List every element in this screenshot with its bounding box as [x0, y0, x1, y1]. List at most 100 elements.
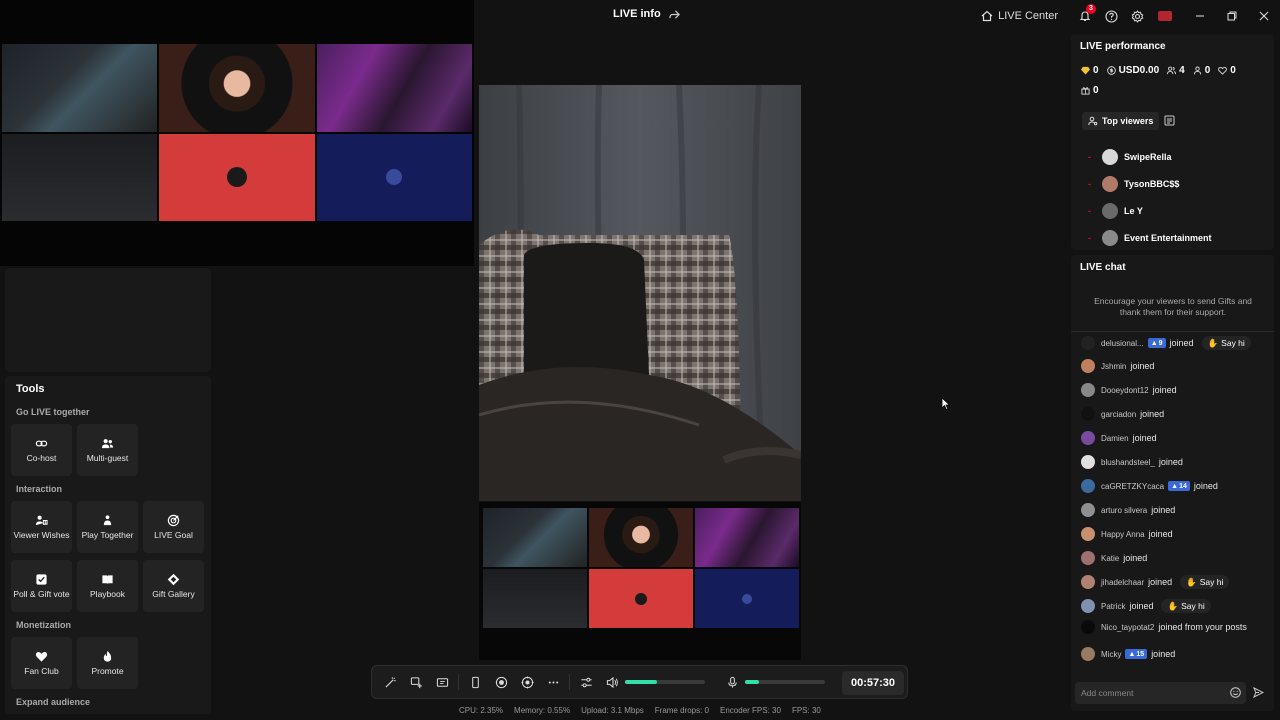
upload-stat: Upload: 3.1 Mbps: [581, 706, 644, 715]
chat-username[interactable]: jihadelchaar: [1101, 578, 1144, 587]
user-search-icon: [1088, 116, 1098, 126]
chat-username[interactable]: caGRETZKYcaca: [1101, 482, 1164, 491]
followers-value: 0: [1204, 65, 1211, 76]
heart-icon: [1218, 66, 1228, 75]
speaker-button[interactable]: [599, 665, 625, 699]
top-viewer-row[interactable]: - Event Entertainment: [1088, 230, 1212, 246]
stage-tile-blue: [695, 569, 799, 628]
level-badge: ▲ 15: [1125, 649, 1148, 659]
send-button[interactable]: [1253, 687, 1264, 698]
chat-username[interactable]: Nico_taypotat2: [1101, 623, 1154, 632]
viewer-name: SwipeRella: [1124, 152, 1172, 162]
say-hi-button[interactable]: ✋ Say hi: [1180, 575, 1230, 589]
layout-icon: [436, 677, 448, 687]
fan-club-button[interactable]: Fan Club: [11, 637, 72, 689]
chat-username[interactable]: Damien: [1101, 434, 1129, 443]
chat-username[interactable]: Happy Anna: [1101, 530, 1145, 539]
top-viewer-row[interactable]: - Le Y: [1088, 203, 1143, 219]
avatar[interactable]: [1081, 527, 1095, 541]
multiguest-button[interactable]: Multi-guest: [77, 424, 138, 476]
chat-username[interactable]: Katie: [1101, 554, 1119, 563]
mic-slider[interactable]: [745, 680, 825, 684]
avatar[interactable]: [1081, 359, 1095, 373]
live-info-title[interactable]: LIVE info: [613, 8, 680, 20]
avatar[interactable]: [1081, 431, 1095, 445]
chat-username[interactable]: garciadon: [1101, 410, 1136, 419]
stage-preview: [479, 502, 801, 660]
avatar[interactable]: [1081, 647, 1095, 661]
playbook-button[interactable]: Playbook: [77, 560, 138, 612]
share-icon[interactable]: [668, 9, 680, 20]
chat-message: Damien joined: [1081, 431, 1157, 445]
help-button[interactable]: [1098, 0, 1124, 32]
chat-text: joined: [1148, 577, 1173, 587]
gift-gallery-button[interactable]: Gift Gallery: [143, 560, 204, 612]
more-button[interactable]: [540, 665, 566, 699]
minimize-button[interactable]: [1184, 0, 1216, 32]
poll-gift-vote-button[interactable]: Poll & Gift vote: [11, 560, 72, 612]
notifications-button[interactable]: 3: [1072, 0, 1098, 32]
avatar[interactable]: [1081, 336, 1095, 350]
multiguest-label: Multi-guest: [86, 452, 129, 463]
avatar[interactable]: [1081, 407, 1095, 421]
play-together-button[interactable]: Play Together: [77, 501, 138, 553]
sliders-icon: [580, 677, 592, 687]
cohost-button[interactable]: Co-host: [11, 424, 72, 476]
promote-button[interactable]: Promote: [77, 637, 138, 689]
chat-username[interactable]: blushandsteel_: [1101, 458, 1155, 467]
chat-username[interactable]: Micky: [1101, 650, 1121, 659]
diamonds-stat: 0: [1081, 65, 1099, 76]
chat-username[interactable]: Jshmin: [1101, 362, 1126, 371]
viewer-wishes-label: Viewer Wishes: [13, 529, 70, 540]
emoji-button[interactable]: [1230, 687, 1241, 698]
live-center-button[interactable]: LIVE Center: [975, 0, 1072, 32]
viewer-name: TysonBBC$$: [1124, 179, 1180, 189]
avatar[interactable]: [1081, 479, 1095, 493]
top-viewers-tab[interactable]: Top viewers: [1082, 112, 1160, 130]
fps-stat: FPS: 30: [791, 706, 821, 715]
chat-username[interactable]: arturo silvera: [1101, 506, 1147, 515]
say-hi-button[interactable]: ✋ Say hi: [1161, 599, 1211, 613]
chat-message: Katie joined: [1081, 551, 1147, 565]
say-hi-button[interactable]: ✋ Say hi: [1201, 336, 1251, 350]
viewer-list-tab[interactable]: [1164, 115, 1175, 126]
live-info-label: LIVE info: [613, 8, 661, 20]
avatar[interactable]: [1081, 503, 1095, 517]
top-viewer-row[interactable]: - TysonBBC$$: [1088, 176, 1179, 192]
layout-button[interactable]: [429, 665, 455, 699]
live-goal-button[interactable]: LIVE Goal: [143, 501, 204, 553]
viewer-wishes-button[interactable]: Viewer Wishes: [11, 501, 72, 553]
avatar[interactable]: [1081, 551, 1095, 565]
avatar[interactable]: [1081, 599, 1095, 613]
settings-button[interactable]: [1124, 0, 1150, 32]
avatar[interactable]: [1081, 455, 1095, 469]
profile-avatar[interactable]: [1150, 0, 1180, 32]
effects-button[interactable]: [377, 665, 403, 699]
record-button[interactable]: [488, 665, 514, 699]
microphone-button[interactable]: [719, 665, 745, 699]
level-value: 9: [1158, 339, 1163, 347]
chat-message: Patrick joined ✋ Say hi: [1081, 599, 1211, 613]
chat-message: blushandsteel_ joined: [1081, 455, 1183, 469]
book-icon: [102, 574, 113, 584]
chat-username[interactable]: delusional...: [1101, 339, 1144, 348]
restore-button[interactable]: [1216, 0, 1248, 32]
avatar[interactable]: [1081, 383, 1095, 397]
preview-tile-game: [2, 44, 158, 132]
portrait-mode-button[interactable]: [462, 665, 488, 699]
volume-slider[interactable]: [625, 680, 705, 684]
add-source-button[interactable]: [403, 665, 429, 699]
chat-text: joined: [1169, 338, 1194, 348]
top-viewer-row[interactable]: - SwipeRella: [1088, 149, 1172, 165]
chat-username[interactable]: Dooeydont12: [1101, 386, 1149, 395]
avatar[interactable]: [1081, 575, 1095, 589]
comment-input[interactable]: Add comment: [1075, 682, 1246, 704]
avatar-icon: [386, 169, 403, 186]
audio-mixer-button[interactable]: [573, 665, 599, 699]
close-button[interactable]: [1248, 0, 1280, 32]
focus-icon: [520, 675, 534, 689]
stage-tile-room: [695, 508, 799, 567]
chat-username[interactable]: Patrick: [1101, 602, 1125, 611]
camera-settings-button[interactable]: [514, 665, 540, 699]
avatar[interactable]: [1081, 620, 1095, 634]
